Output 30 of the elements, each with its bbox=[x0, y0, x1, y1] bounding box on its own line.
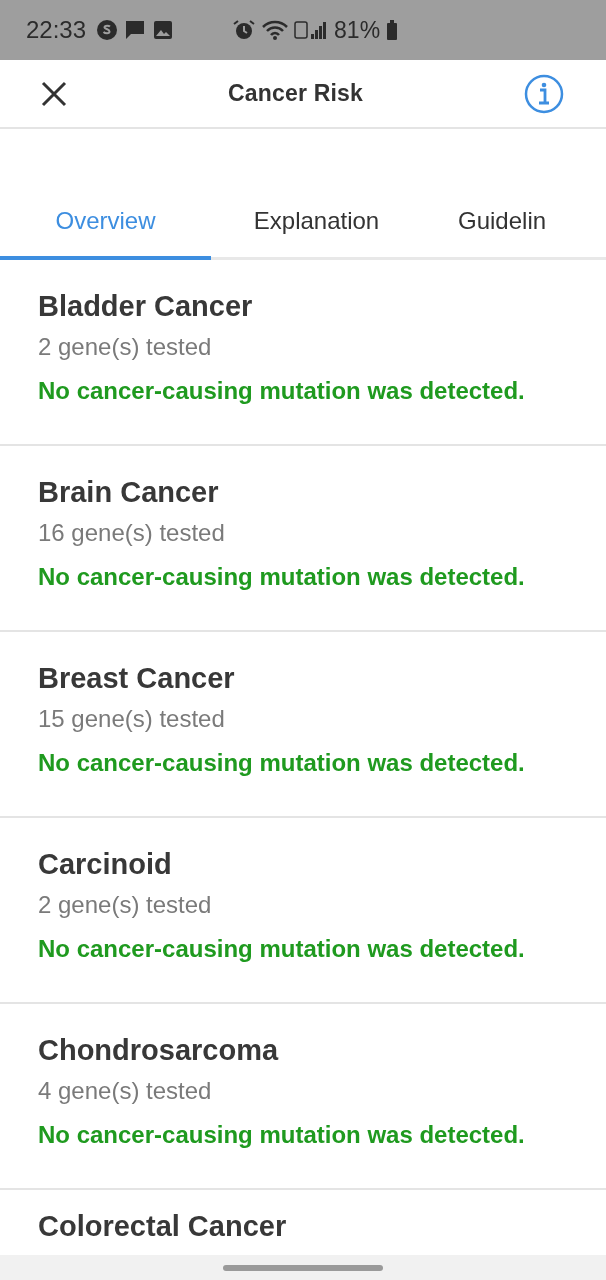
cancer-type: Carcinoid bbox=[38, 847, 172, 882]
cancer-type: Brain Cancer bbox=[38, 475, 219, 510]
battery-icon bbox=[386, 19, 399, 41]
test-result: No cancer-causing mutation was detected. bbox=[38, 1120, 525, 1150]
cancer-type: Chondrosarcoma bbox=[38, 1033, 279, 1068]
clock: 22:33 bbox=[26, 16, 87, 44]
test-result: No cancer-causing mutation was detected. bbox=[38, 562, 525, 592]
genes-tested: 2 gene(s) tested bbox=[38, 890, 212, 920]
test-result: No cancer-causing mutation was detected. bbox=[38, 934, 525, 964]
genes-tested: 4 gene(s) tested bbox=[38, 1076, 212, 1106]
cancer-type: Bladder Cancer bbox=[38, 289, 253, 324]
wifi-icon bbox=[262, 19, 289, 41]
signal-icon bbox=[294, 19, 329, 41]
page-title: Cancer Risk bbox=[227, 80, 364, 107]
genes-tested: 16 gene(s) tested bbox=[38, 518, 225, 548]
test-result: No cancer-causing mutation was detected. bbox=[38, 376, 525, 406]
cancer-type: Colorectal Cancer bbox=[38, 1209, 287, 1244]
info-icon[interactable] bbox=[524, 73, 564, 114]
tab[interactable]: Explanation bbox=[211, 185, 422, 260]
alarm-icon bbox=[232, 19, 257, 41]
test-result: No cancer-causing mutation was detected. bbox=[38, 748, 525, 778]
battery-level: 81% bbox=[334, 16, 381, 44]
image-icon bbox=[152, 19, 175, 41]
genes-tested: 2 gene(s) tested bbox=[38, 332, 212, 362]
tab[interactable]: Guidelin bbox=[422, 185, 547, 260]
close-icon[interactable] bbox=[41, 80, 67, 107]
home-handle[interactable] bbox=[223, 1264, 383, 1271]
genes-tested: 15 gene(s) tested bbox=[38, 704, 225, 734]
chat-icon bbox=[124, 19, 147, 41]
cancer-type: Breast Cancer bbox=[38, 661, 235, 696]
